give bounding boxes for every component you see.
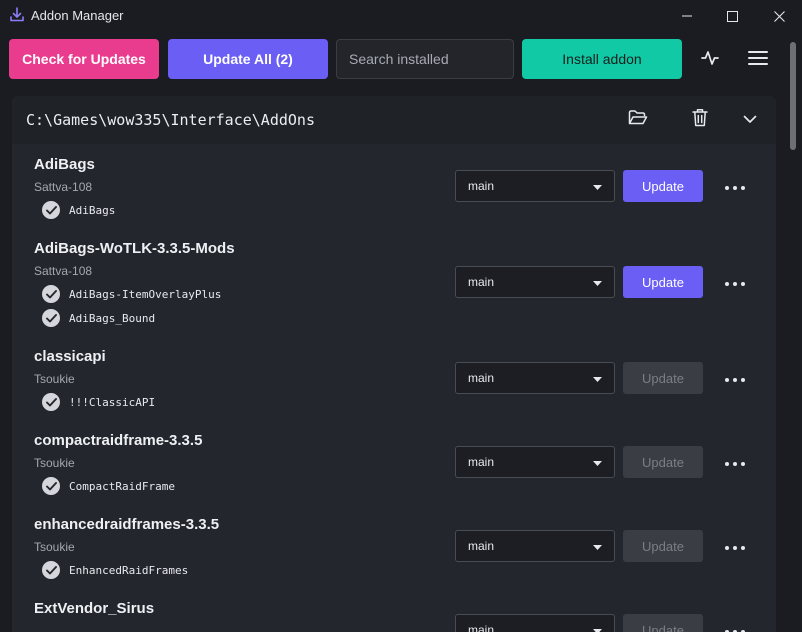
more-horizontal-icon — [725, 621, 745, 632]
branch-select[interactable]: main — [455, 266, 615, 298]
maximize-button[interactable] — [709, 0, 755, 32]
activity-button[interactable] — [692, 42, 728, 78]
checkbox-checked-icon — [42, 393, 60, 411]
caret-down-icon — [593, 177, 602, 195]
download-icon — [9, 7, 25, 23]
addon-author: Sattva-108 — [34, 264, 93, 278]
branch-select[interactable]: main — [455, 530, 615, 562]
check-for-updates-button[interactable]: Check for Updates — [9, 39, 159, 79]
caret-down-icon — [593, 621, 602, 632]
branch-select[interactable]: main — [455, 170, 615, 202]
more-horizontal-icon — [725, 453, 745, 471]
branch-select-value: main — [468, 179, 495, 193]
more-horizontal-icon — [725, 537, 745, 555]
close-icon — [773, 10, 785, 22]
chevron-down-icon — [743, 111, 757, 129]
sub-addon[interactable]: AdiBags_Bound — [42, 308, 155, 328]
branch-select-value: main — [468, 275, 495, 289]
more-horizontal-icon — [725, 369, 745, 387]
open-folder-button[interactable] — [624, 106, 652, 134]
sub-addon-label: AdiBags — [69, 203, 116, 217]
checkbox-checked-icon — [42, 561, 60, 579]
addon-name: AdiBags-WoTLK-3.3.5-Mods — [34, 240, 235, 257]
branch-select-value: main — [468, 371, 495, 385]
branch-select[interactable]: main — [455, 362, 615, 394]
scrollbar-thumb[interactable] — [790, 42, 796, 150]
update-all-button[interactable]: Update All (2) — [168, 39, 328, 79]
update-button-disabled[interactable]: Update — [623, 362, 703, 394]
more-options-button[interactable] — [720, 171, 750, 201]
minimize-button[interactable] — [664, 0, 710, 32]
update-button-disabled[interactable]: Update — [623, 614, 703, 632]
folder-path: C:\Games\wow335\Interface\AddOns — [26, 111, 315, 129]
addon-name: enhancedraidframes-3.3.5 — [34, 516, 220, 533]
sub-addon[interactable]: EnhancedRaidFrames — [42, 560, 188, 580]
sub-addon-label: AdiBags-ItemOverlayPlus — [69, 287, 222, 301]
trash-icon — [692, 108, 708, 132]
checkbox-checked-icon — [42, 201, 60, 219]
sub-addon-label: !!!ClassicAPI — [69, 395, 156, 409]
minimize-icon — [682, 11, 692, 21]
branch-select-value: main — [468, 455, 495, 469]
branch-select-value: main — [468, 623, 495, 632]
toolbar: Check for Updates Update All (2) Install… — [0, 32, 802, 88]
search-input[interactable] — [336, 39, 514, 79]
checkbox-checked-icon — [42, 477, 60, 495]
caret-down-icon — [593, 273, 602, 291]
more-options-button[interactable] — [720, 267, 750, 297]
sub-addon-label: CompactRaidFrame — [69, 479, 175, 493]
hamburger-menu-icon — [748, 50, 768, 71]
maximize-icon — [726, 10, 738, 22]
addon-author: Sattva-108 — [34, 180, 93, 194]
install-addon-button[interactable]: Install addon — [522, 39, 682, 79]
sub-addon[interactable]: CompactRaidFrame — [42, 476, 175, 496]
addon-author: Tsoukie — [34, 540, 75, 554]
caret-down-icon — [593, 537, 602, 555]
update-button-disabled[interactable]: Update — [623, 446, 703, 478]
addon-name: ExtVendor_Sirus — [34, 600, 155, 617]
sub-addon-label: AdiBags_Bound — [69, 311, 156, 325]
folder-header: C:\Games\wow335\Interface\AddOns — [12, 96, 776, 144]
caret-down-icon — [593, 369, 602, 387]
caret-down-icon — [593, 453, 602, 471]
branch-select[interactable]: main — [455, 614, 615, 632]
sub-addon[interactable]: !!!ClassicAPI — [42, 392, 155, 412]
collapse-folder-button[interactable] — [736, 106, 764, 134]
checkbox-checked-icon — [42, 309, 60, 327]
more-horizontal-icon — [725, 177, 745, 195]
addon-name: AdiBags — [34, 156, 95, 173]
window-title: Addon Manager — [31, 8, 124, 23]
update-button[interactable]: Update — [623, 170, 703, 202]
close-button[interactable] — [756, 0, 802, 32]
sub-addon-label: EnhancedRaidFrames — [69, 563, 189, 577]
update-button[interactable]: Update — [623, 266, 703, 298]
more-options-button[interactable] — [720, 531, 750, 561]
update-button-disabled[interactable]: Update — [623, 530, 703, 562]
sub-addon[interactable]: AdiBags-ItemOverlayPlus — [42, 284, 221, 304]
title-bar: Addon Manager — [0, 0, 802, 32]
addon-author: Tsoukie — [34, 372, 75, 386]
checkbox-checked-icon — [42, 285, 60, 303]
more-options-button[interactable] — [720, 615, 750, 632]
sub-addon[interactable]: AdiBags — [42, 200, 115, 220]
branch-select[interactable]: main — [455, 446, 615, 478]
more-options-button[interactable] — [720, 447, 750, 477]
addon-name: compactraidframe-3.3.5 — [34, 432, 203, 449]
addon-name: classicapi — [34, 348, 106, 365]
delete-folder-button[interactable] — [686, 106, 714, 134]
addon-author: Tsoukie — [34, 456, 75, 470]
more-horizontal-icon — [725, 273, 745, 291]
folder-open-icon — [628, 109, 648, 131]
addon-folder-panel: C:\Games\wow335\Interface\AddOns AdiBags… — [12, 96, 776, 632]
more-options-button[interactable] — [720, 363, 750, 393]
menu-button[interactable] — [740, 42, 776, 78]
branch-select-value: main — [468, 539, 495, 553]
activity-icon — [701, 49, 719, 72]
